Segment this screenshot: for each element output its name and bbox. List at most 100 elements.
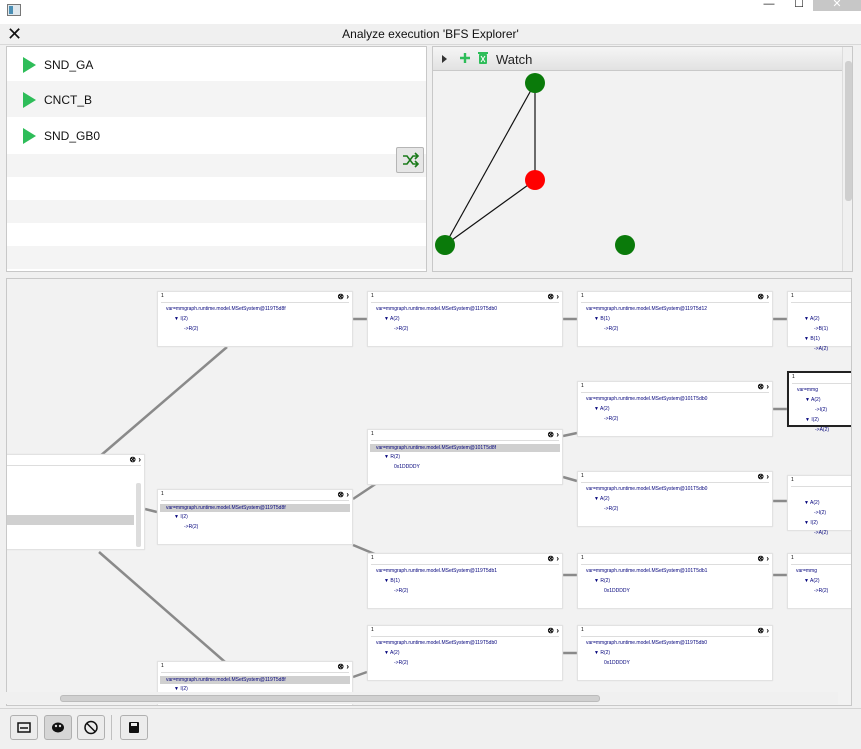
graph-node[interactable] <box>615 235 635 255</box>
state-line: ▼ A(2) <box>804 316 820 322</box>
divider <box>581 636 769 637</box>
state-line: ->I(2) <box>814 510 827 516</box>
page-title: Analyze execution 'BFS Explorer' <box>342 27 519 41</box>
state-title: 1 <box>161 663 164 669</box>
state-line: ▼ B(1) <box>804 336 820 342</box>
state-node[interactable]: 1 ⊗ › var=mmgraph.runtime.model.MSetSystem… <box>157 291 353 347</box>
state-header: var=mmgraph.runtime.model.MSetSystem@119… <box>376 568 498 574</box>
graph-node[interactable] <box>435 235 455 255</box>
state-line: ▼ A(2) <box>804 578 820 584</box>
transition-item[interactable]: SND_GA <box>7 54 426 77</box>
divider <box>791 486 851 487</box>
save-button[interactable] <box>120 715 148 740</box>
graph-node[interactable] <box>525 170 545 190</box>
state-line: ▼ B(1) <box>384 578 400 584</box>
state-line: ▼ I(2) <box>805 417 819 423</box>
state-line: 0x1DDDDY <box>604 660 630 666</box>
state-space-graph: 1 ⊗ › var=mmgraph.runtime.model.MSetSystem… <box>6 278 852 706</box>
state-header: var=mmg <box>797 387 818 393</box>
state-node[interactable]: 1 ⊗ › var=mmgraph.runtime.model.MSetSystem… <box>577 625 773 681</box>
transition-label: SND_GA <box>44 58 94 72</box>
graph-edge <box>444 179 536 246</box>
play-icon[interactable] <box>23 57 36 73</box>
divider <box>792 383 851 384</box>
state-node[interactable]: 1⊗ ›var=mmg▼ A(2)->I(2)▼ I(2)->A(2) <box>787 371 851 433</box>
expand-arrow-icon[interactable] <box>441 54 449 64</box>
watch-graph <box>435 73 635 255</box>
state-close-icon[interactable]: ⊗ › <box>547 430 559 439</box>
divider <box>161 500 349 501</box>
state-node[interactable]: 1⊗ ›var=mmg▼ A(2)->R(2) <box>787 553 851 609</box>
state-close-icon[interactable]: ⊗ › <box>547 554 559 563</box>
state-close-icon[interactable]: ⊗ › <box>757 292 769 301</box>
window-close-button[interactable]: ✕ <box>813 0 861 11</box>
state-title: 1 <box>581 473 584 479</box>
shuffle-icon <box>403 152 420 168</box>
state-close-icon[interactable]: ⊗ › <box>547 292 559 301</box>
state-line: ▼ I(2) <box>804 520 818 526</box>
transition-label: CNCT_B <box>44 93 93 107</box>
state-node[interactable]: 1 ⊗ › var=mmgraph.runtime.model.MSetSystem… <box>367 625 563 681</box>
horizontal-scrollbar[interactable] <box>6 692 838 704</box>
state-line: ▼ R(2) <box>384 454 401 460</box>
state-close-icon[interactable]: ⊗ › <box>757 382 769 391</box>
graph-node[interactable] <box>525 73 545 93</box>
divider <box>791 302 851 303</box>
trash-icon[interactable] <box>478 51 488 65</box>
watch-panel: Watch <box>432 46 853 272</box>
selected-row[interactable] <box>7 515 134 525</box>
state-node[interactable]: 1 ⊗ › var=mmgraph.runtime.model.MSetSystem… <box>157 489 353 545</box>
state-close-icon[interactable]: ⊗ › <box>337 292 349 301</box>
state-line: ->B(1) <box>814 326 829 332</box>
state-node[interactable]: 1⊗ ›▼ A(2)->B(1)▼ B(1)->A(2) <box>787 291 851 352</box>
state-title: 1 <box>371 627 374 633</box>
state-node[interactable]: 1 ⊗ › var=mmgraph.runtime.model.MSetSystem… <box>577 553 773 609</box>
disable-button[interactable] <box>77 715 105 740</box>
state-node[interactable]: ⊗ ›ntime.model.MSetSystem@119T5d2b <box>7 454 145 550</box>
state-node[interactable]: 1 ⊗ › var=mmgraph.runtime.model.MSetSystem… <box>577 471 773 527</box>
state-line: 0x1DDDDY <box>394 464 420 470</box>
state-node[interactable]: 1 ⊗ › var=mmgraph.runtime.model.MSetSystem… <box>367 553 563 609</box>
state-close-icon[interactable]: ⊗ › <box>337 662 349 671</box>
empty-row <box>7 200 426 223</box>
state-header: var=mmgraph.runtime.model.MSetSystem@119… <box>586 640 708 646</box>
state-header: var=mmgraph.runtime.model.MSetSystem@101… <box>370 444 560 452</box>
state-close-icon[interactable]: ⊗ › <box>757 472 769 481</box>
state-line: ->R(2) <box>604 326 619 332</box>
state-close-icon[interactable]: ⊗ › <box>337 490 349 499</box>
state-title: 1 <box>581 383 584 389</box>
add-icon[interactable] <box>459 52 471 64</box>
minimize-button[interactable]: — <box>755 0 783 11</box>
state-node[interactable]: 1 ⊗ › var=mmgraph.runtime.model.MSetSystem… <box>367 291 563 347</box>
state-close-icon[interactable]: ⊗ › <box>129 455 141 464</box>
state-header: var=mmgraph.runtime.model.MSetSystem@119… <box>160 676 350 684</box>
state-scrollbar[interactable] <box>136 483 141 547</box>
state-node[interactable]: 1 ⊗ › var=mmgraph.runtime.model.MSetSystem… <box>577 381 773 437</box>
save-icon <box>129 722 139 733</box>
divider <box>161 672 349 673</box>
state-node[interactable]: 1 ⊗ › var=mmgraph.runtime.model.MSetSystem… <box>367 429 563 485</box>
vertical-scrollbar[interactable] <box>842 47 852 271</box>
state-title: 1 <box>161 293 164 299</box>
state-title: 1 <box>581 293 584 299</box>
shuffle-button[interactable] <box>396 147 424 173</box>
play-icon[interactable] <box>23 92 36 108</box>
play-icon[interactable] <box>23 128 36 144</box>
state-node[interactable]: 1⊗ ›▼ A(2)->I(2)▼ I(2)->A(2) <box>787 475 851 536</box>
layout-button[interactable] <box>10 715 38 740</box>
transition-item[interactable]: CNCT_B <box>7 81 426 117</box>
scrollbar-thumb[interactable] <box>845 61 852 201</box>
state-node[interactable]: 1 ⊗ › var=mmgraph.runtime.model.MSetSystem… <box>577 291 773 347</box>
state-header: var=mmgraph.runtime.model.MSetSystem@101… <box>586 486 708 492</box>
state-title: 1 <box>371 555 374 561</box>
state-title: 1 <box>581 555 584 561</box>
scrollbar-thumb[interactable] <box>60 695 600 702</box>
state-close-icon[interactable]: ⊗ › <box>757 554 769 563</box>
state-close-icon[interactable]: ⊗ › <box>757 626 769 635</box>
state-line: ▼ A(2) <box>384 650 400 656</box>
state-line: ▼ I(2) <box>174 316 188 322</box>
maximize-button[interactable]: ☐ <box>785 0 813 11</box>
state-close-icon[interactable]: ⊗ › <box>547 626 559 635</box>
palette-button[interactable] <box>44 715 72 740</box>
transition-item[interactable]: SND_GB0 <box>7 126 426 149</box>
